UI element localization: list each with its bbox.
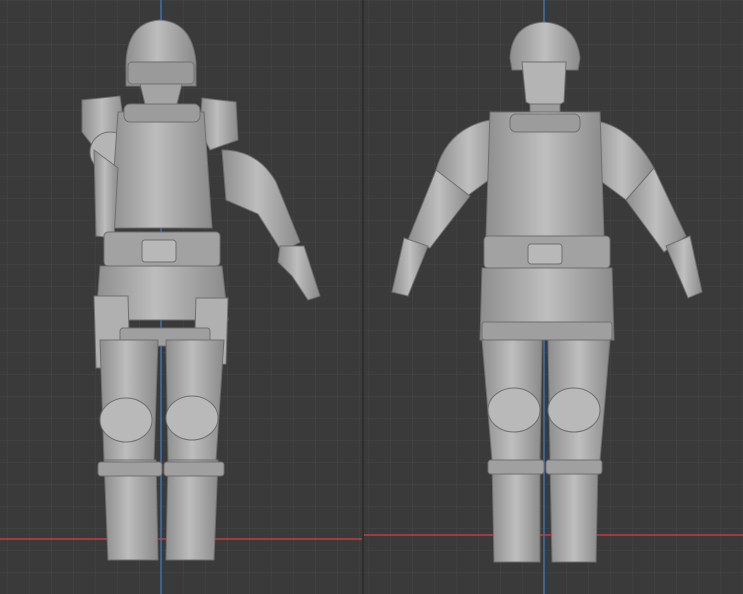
left-knee-pad xyxy=(487,387,541,433)
belt-buckle xyxy=(141,239,177,263)
collar xyxy=(123,103,201,123)
3d-viewport[interactable] xyxy=(0,0,743,594)
viewport-right-canvas[interactable] xyxy=(364,0,743,594)
left-knee-pad xyxy=(99,397,153,443)
right-knee-pad xyxy=(165,395,219,441)
left-boot xyxy=(491,459,541,563)
right-knee-pad xyxy=(547,387,601,433)
viewport-panel-right[interactable] xyxy=(364,0,743,594)
right-boot-strap xyxy=(545,459,603,475)
belt-buckle xyxy=(527,243,563,265)
collar xyxy=(509,113,581,133)
right-boot xyxy=(549,459,599,563)
left-boot-strap xyxy=(487,459,545,475)
chest-armor xyxy=(109,111,213,229)
viewport-left-canvas[interactable] xyxy=(0,0,364,594)
viewport-panel-left[interactable] xyxy=(0,0,364,594)
right-boot-strap xyxy=(163,461,225,477)
visor xyxy=(127,61,195,85)
left-boot-strap xyxy=(97,461,163,477)
thigh-strap xyxy=(481,321,613,341)
